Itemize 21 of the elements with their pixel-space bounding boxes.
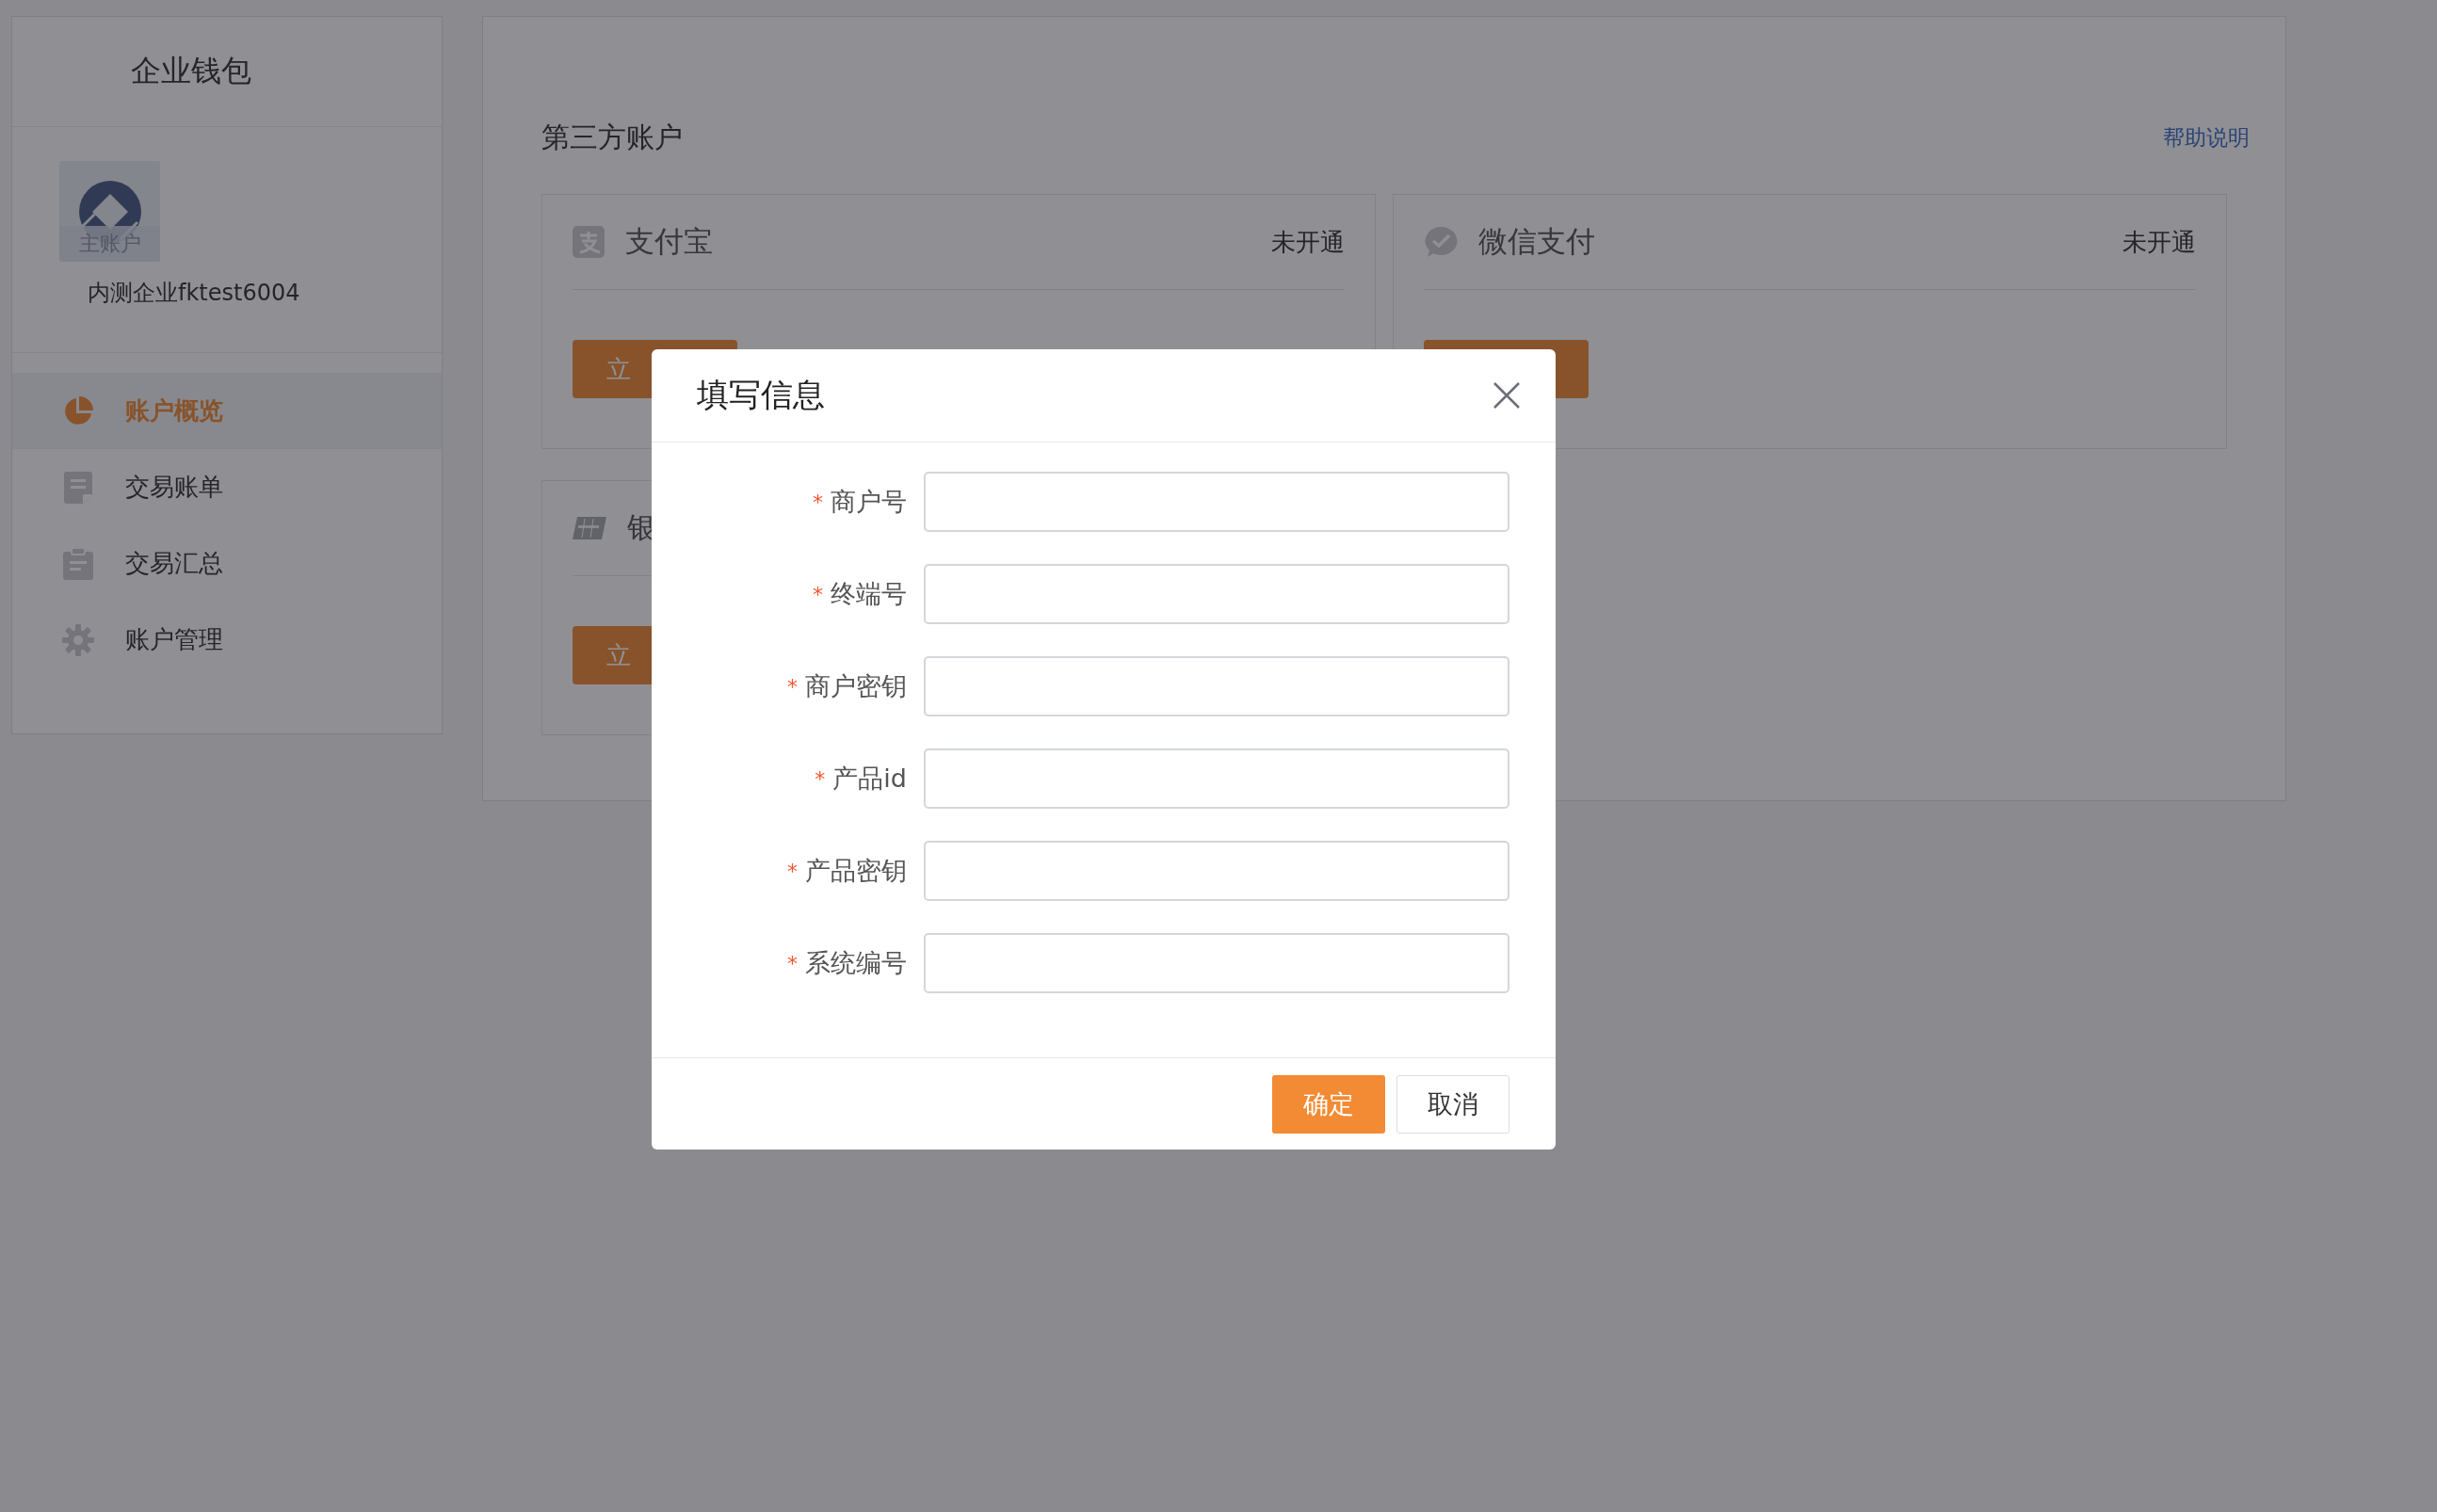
field-label: 商户号 — [831, 486, 907, 518]
required-mark: * — [787, 859, 798, 883]
section-title: 第三方账户 — [541, 119, 683, 155]
required-mark: * — [787, 674, 798, 699]
sidebar-title: 企业钱包 — [131, 52, 251, 90]
payment-name: 银 — [627, 509, 657, 546]
field-label: 商户密钥 — [805, 670, 907, 702]
required-mark: * — [787, 951, 798, 975]
payment-name: 微信支付 — [1478, 223, 1596, 260]
required-mark: * — [813, 582, 823, 606]
payment-name: 支付宝 — [625, 223, 714, 260]
field-label: 终端号 — [831, 578, 907, 610]
field-label: 产品id — [832, 763, 907, 795]
required-mark: * — [815, 766, 826, 791]
company-name: 内测企业fktest6004 — [88, 279, 300, 308]
dialog-title: 填写信息 — [697, 375, 825, 415]
status-label: 未开通 — [1271, 226, 1345, 258]
field-label: 系统编号 — [805, 947, 907, 979]
field-label: 产品密钥 — [805, 855, 907, 887]
required-mark: * — [813, 490, 823, 514]
status-label: 未开通 — [2122, 226, 2196, 258]
